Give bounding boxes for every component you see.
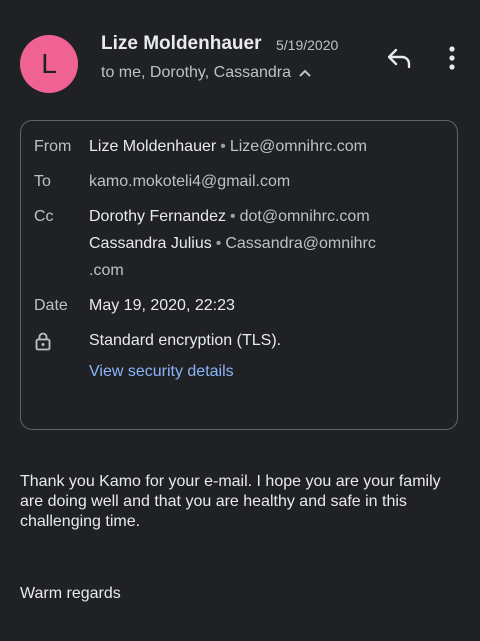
avatar[interactable]: L — [20, 35, 78, 93]
chevron-up-icon — [299, 69, 311, 77]
cc-entry: Cassandra Julius • Cassandra@omnihrc — [89, 235, 376, 252]
view-security-details-link[interactable]: View security details — [89, 363, 234, 381]
date-label: Date — [34, 297, 68, 314]
lock-icon — [34, 331, 52, 356]
sender-name: Lize Moldenhauer — [101, 33, 262, 54]
message-signoff: Warm regards — [20, 585, 121, 602]
cc-email[interactable]: Cassandra@omnihrc — [225, 235, 376, 252]
to-label: To — [34, 173, 51, 190]
recipients-toggle[interactable]: to me, Dorothy, Cassandra — [101, 64, 311, 82]
cc-email[interactable]: dot@omnihrc.com — [240, 208, 370, 225]
from-label: From — [34, 138, 72, 155]
reply-button[interactable] — [385, 46, 413, 70]
message-body: Thank you Kamo for your e-mail. I hope y… — [20, 473, 441, 530]
date-value: May 19, 2020, 22:23 — [89, 297, 235, 314]
from-value: Lize Moldenhauer • Lize@omnihrc.com — [89, 138, 367, 155]
cc-name: Cassandra Julius — [89, 235, 212, 252]
message-details-panel: From Lize Moldenhauer • Lize@omnihrc.com T… — [20, 120, 458, 430]
cc-name: Dorothy Fernandez — [89, 208, 226, 225]
cc-entry: Dorothy Fernandez • dot@omnihrc.com — [89, 208, 370, 225]
more-vert-icon — [449, 46, 455, 70]
cc-email-continued: .com — [89, 262, 124, 279]
to-email[interactable]: kamo.mokoteli4@gmail.com — [89, 173, 290, 191]
message-date: 5/19/2020 — [276, 37, 339, 53]
cc-label: Cc — [34, 208, 54, 225]
security-text: Standard encryption (TLS). — [89, 332, 282, 349]
recipients-summary: to me, Dorothy, Cassandra — [101, 64, 292, 81]
from-name: Lize Moldenhauer — [89, 138, 217, 155]
reply-icon — [387, 48, 411, 69]
from-email[interactable]: Lize@omnihrc.com — [230, 138, 367, 155]
more-options-button[interactable] — [442, 44, 462, 72]
